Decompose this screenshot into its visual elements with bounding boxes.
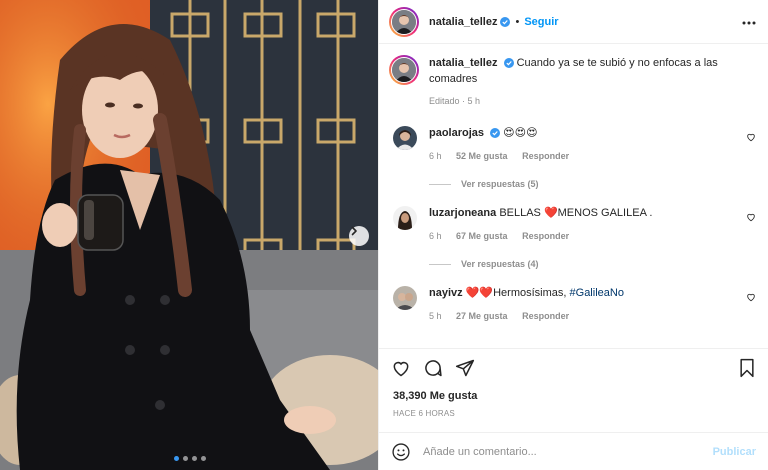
- comment-item: luzarjoneana BELLAS ❤️MENOS GALILEA . 6 …: [379, 205, 768, 269]
- comment-actions: 6 h 52 Me gusta Responder: [429, 151, 756, 161]
- author-avatar[interactable]: [389, 6, 419, 37]
- comment-like-heart-icon[interactable]: [746, 212, 756, 225]
- more-icon[interactable]: [742, 16, 756, 28]
- post-photo[interactable]: [0, 0, 378, 470]
- author-username[interactable]: natalia_tellez: [429, 16, 497, 28]
- replies-divider: [429, 183, 451, 185]
- comment-actions: 6 h 67 Me gusta Responder: [429, 231, 756, 241]
- commenter-avatar[interactable]: [393, 206, 417, 230]
- comment-username[interactable]: nayivz: [429, 287, 463, 299]
- verified-icon: [503, 58, 514, 69]
- view-replies-label: Ver respuestas (5): [461, 179, 539, 189]
- comment-item: nayivz ❤️❤️Hermosísimas, #GalileaNo 5 h …: [379, 285, 768, 321]
- comment-like-count[interactable]: 52 Me gusta: [456, 151, 508, 161]
- comment-time: 6 h: [429, 231, 442, 241]
- post-action-bar: [379, 348, 768, 386]
- comment-emoji: 😍😍😍: [503, 127, 538, 139]
- carousel-dot: [174, 456, 179, 461]
- comment-text: BELLAS ❤️MENOS GALILEA .: [499, 207, 653, 219]
- reply-button[interactable]: Responder: [522, 151, 569, 161]
- comment-like-count[interactable]: 27 Me gusta: [456, 311, 508, 321]
- post-timestamp[interactable]: HACE 6 HORAS: [393, 409, 455, 418]
- comments-list[interactable]: natalia_tellez Cuando ya se te subió y n…: [379, 45, 768, 345]
- comment-text: ❤️❤️Hermosísimas,: [465, 287, 567, 299]
- follow-button[interactable]: Seguir: [524, 16, 558, 28]
- comment-like-heart-icon[interactable]: [746, 132, 756, 145]
- carousel-indicator: [174, 456, 206, 461]
- header-separator: •: [515, 15, 520, 28]
- comment-username[interactable]: luzarjoneana: [429, 207, 496, 219]
- comment-input[interactable]: [423, 445, 713, 458]
- comment-username[interactable]: paolarojas: [429, 127, 484, 139]
- comment-icon[interactable]: [423, 358, 443, 378]
- comment-time: 6 h: [429, 151, 442, 161]
- photo-illustration: [0, 0, 378, 470]
- comment-item: paolarojas 😍😍😍 6 h 52 Me gusta Responder…: [379, 125, 768, 189]
- post-caption: natalia_tellez Cuando ya se te subió y n…: [379, 45, 768, 109]
- commenter-avatar[interactable]: [393, 126, 417, 150]
- comment-like-count[interactable]: 67 Me gusta: [456, 231, 508, 241]
- replies-divider: [429, 263, 451, 265]
- carousel-dot: [201, 456, 206, 461]
- heart-icon[interactable]: [391, 358, 411, 378]
- commenter-avatar[interactable]: [393, 286, 417, 310]
- comment-actions: 5 h 27 Me gusta Responder: [429, 311, 756, 321]
- view-replies-button[interactable]: Ver respuestas (5): [429, 179, 756, 189]
- verified-icon: [500, 16, 511, 27]
- share-icon[interactable]: [455, 358, 475, 378]
- emoji-icon[interactable]: [391, 442, 411, 462]
- reply-button[interactable]: Responder: [522, 311, 569, 321]
- comment-composer: Publicar: [379, 432, 768, 470]
- reply-button[interactable]: Responder: [522, 231, 569, 241]
- publish-button[interactable]: Publicar: [713, 446, 756, 458]
- carousel-next-button[interactable]: [349, 226, 369, 246]
- post-header: natalia_tellez • Seguir: [379, 0, 768, 44]
- carousel-dot: [183, 456, 188, 461]
- comment-hashtag[interactable]: #GalileaNo: [570, 287, 624, 299]
- comment-like-heart-icon[interactable]: [746, 292, 756, 305]
- like-count[interactable]: 38,390 Me gusta: [393, 390, 477, 402]
- caption-author-avatar[interactable]: [389, 55, 419, 85]
- comment-time: 5 h: [429, 311, 442, 321]
- bookmark-icon[interactable]: [738, 358, 756, 378]
- post-side-panel: natalia_tellez • Seguir natalia_tellez C…: [378, 0, 768, 470]
- carousel-dot: [192, 456, 197, 461]
- caption-username[interactable]: natalia_tellez: [429, 57, 497, 69]
- view-replies-label: Ver respuestas (4): [461, 259, 539, 269]
- verified-icon: [490, 128, 501, 139]
- caption-edited-time: Editado · 5 h: [429, 96, 481, 106]
- view-replies-button[interactable]: Ver respuestas (4): [429, 259, 756, 269]
